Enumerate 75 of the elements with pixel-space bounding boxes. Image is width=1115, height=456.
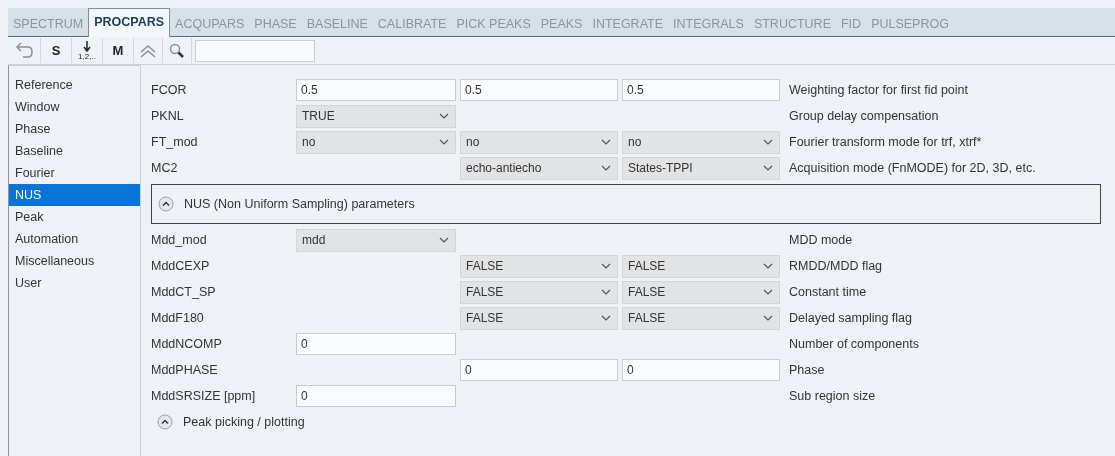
input-field[interactable]: 0 (296, 385, 456, 407)
input-field[interactable]: 0.5 (460, 79, 618, 101)
caret-icon (763, 139, 773, 145)
parameter-name: FT_mod (151, 135, 199, 149)
dropdown[interactable]: FALSE (460, 254, 618, 278)
sidebar-item[interactable]: Fourier (9, 162, 140, 184)
parameter-name: MddCT_SP (151, 285, 217, 299)
parameter-description: Group delay compensation (788, 109, 940, 123)
parameter-description: Sub region size (788, 389, 877, 403)
m-button[interactable]: M (103, 38, 134, 63)
parameter-description: Fourier transform mode for trf, xtrf* (788, 135, 983, 149)
sidebar-item[interactable]: Peak (9, 206, 140, 228)
caret-icon (601, 289, 611, 295)
parameter-description: RMDD/MDD flag (788, 259, 884, 273)
dropdown[interactable]: no (460, 130, 618, 154)
tab[interactable]: PROCPARS (88, 8, 171, 37)
caret-icon (439, 113, 449, 119)
caret-icon (439, 139, 449, 145)
parameter-description: Number of components (788, 337, 920, 351)
parameter-description: Constant time (788, 285, 868, 299)
parameter-name: MC2 (151, 161, 179, 175)
input-field[interactable]: 0 (296, 333, 456, 355)
sidebar-item[interactable]: Baseline (9, 140, 140, 162)
dropdown[interactable]: echo-antiecho (460, 156, 618, 180)
dropdown[interactable]: FALSE (622, 254, 780, 278)
section-title: Peak picking / plotting (183, 415, 305, 429)
input-field[interactable]: 0 (460, 359, 618, 381)
caret-icon (763, 165, 773, 171)
parameter-description: Delayed sampling flag (788, 311, 913, 325)
parameter-name: MddSRSIZE [ppm] (151, 389, 257, 403)
parameter-description: Phase (788, 363, 826, 377)
dropdown[interactable]: FALSE (622, 306, 780, 330)
dropdown[interactable]: mdd (296, 228, 456, 252)
sidebar-item[interactable]: Reference (9, 74, 140, 96)
parameter-description: MDD mode (788, 233, 854, 247)
parameter-name: FCOR (151, 83, 188, 97)
parameter-name: MddPHASE (151, 363, 219, 377)
sidebar-item[interactable]: Miscellaneous (9, 250, 140, 272)
dropdown[interactable]: no (296, 130, 456, 154)
dropdown[interactable]: TRUE (296, 104, 456, 128)
input-field[interactable]: 0.5 (622, 79, 780, 101)
sidebar-item[interactable]: Window (9, 96, 140, 118)
collapse-icon[interactable] (158, 196, 174, 212)
input-field[interactable]: 0 (622, 359, 780, 381)
input-field[interactable]: 0.5 (296, 79, 456, 101)
parameter-name: MddF180 (151, 311, 205, 325)
s-button[interactable]: S (41, 38, 72, 63)
section-title: NUS (Non Uniform Sampling) parameters (184, 197, 415, 211)
caret-icon (601, 165, 611, 171)
caret-icon (763, 315, 773, 321)
numbering-label[interactable]: 1,2,.. (78, 51, 96, 61)
dropdown[interactable]: States-TPPI (622, 156, 780, 180)
parameter-description: Acquisition mode (FnMODE) for 2D, 3D, etc. (788, 161, 1037, 175)
caret-icon (601, 315, 611, 321)
parameter-description: Weighting factor for first fid point (788, 83, 970, 97)
sidebar-item[interactable]: Phase (9, 118, 140, 140)
sidebar-item[interactable]: Automation (9, 228, 140, 250)
caret-icon (601, 139, 611, 145)
dropdown[interactable]: FALSE (460, 280, 618, 304)
parameter-name: PKNL (151, 109, 185, 123)
dropdown[interactable]: FALSE (460, 306, 618, 330)
dropdown[interactable]: FALSE (622, 280, 780, 304)
parameter-name: MddNCOMP (151, 337, 223, 351)
caret-icon (601, 263, 611, 269)
caret-icon (763, 289, 773, 295)
parameter-name: MddCEXP (151, 259, 211, 273)
caret-icon (439, 237, 449, 243)
sidebar-item[interactable]: User (9, 272, 140, 294)
dropdown[interactable]: no (622, 130, 780, 154)
caret-icon (763, 263, 773, 269)
sidebar-item[interactable]: NUS (9, 184, 140, 206)
down-arrow-icon[interactable] (83, 40, 91, 52)
parameter-name: Mdd_mod (151, 233, 208, 247)
search-field[interactable] (195, 39, 315, 62)
collapse-icon[interactable] (157, 414, 173, 430)
